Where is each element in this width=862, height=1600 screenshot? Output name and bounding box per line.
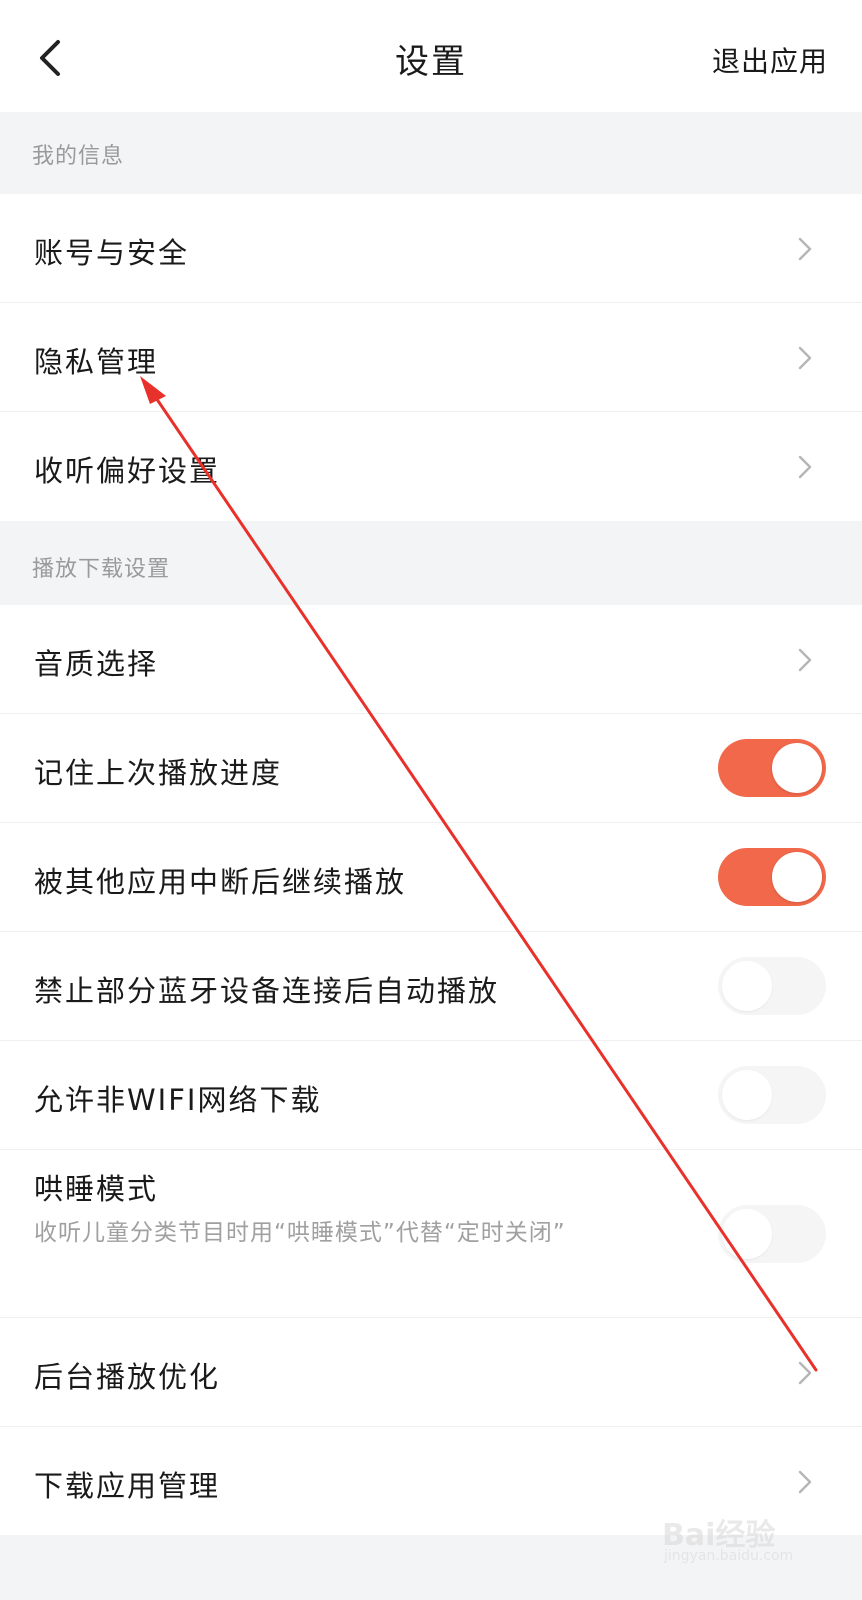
chevron-right-icon xyxy=(798,1361,812,1385)
toggle-knob xyxy=(722,961,772,1011)
chevron-right-icon xyxy=(798,648,812,672)
row-sleep-mode: 哄睡模式 收听儿童分类节目时用“哄睡模式”代替“定时关闭” xyxy=(0,1150,862,1318)
row-label: 哄睡模式 xyxy=(34,1172,159,1206)
section-header-playback-download: 播放下载设置 xyxy=(0,521,862,605)
toggle-remember-progress[interactable] xyxy=(718,739,826,797)
section-header-my-info: 我的信息 xyxy=(0,112,862,194)
row-label: 收听偏好设置 xyxy=(34,454,221,488)
row-resume-after-interrupt: 被其他应用中断后继续播放 xyxy=(0,823,862,932)
row-label: 后台播放优化 xyxy=(34,1360,221,1394)
row-background-playback[interactable]: 后台播放优化 xyxy=(0,1318,862,1427)
row-label: 下载应用管理 xyxy=(34,1469,221,1503)
chevron-right-icon xyxy=(798,237,812,261)
row-account-security[interactable]: 账号与安全 xyxy=(0,194,862,303)
chevron-right-icon xyxy=(798,455,812,479)
toggle-non-wifi-download[interactable] xyxy=(718,1066,826,1124)
row-non-wifi-download: 允许非WIFI网络下载 xyxy=(0,1041,862,1150)
row-label: 禁止部分蓝牙设备连接后自动播放 xyxy=(34,974,500,1008)
toggle-resume-after-interrupt[interactable] xyxy=(718,848,826,906)
row-label: 记住上次播放进度 xyxy=(34,756,283,790)
row-label: 被其他应用中断后继续播放 xyxy=(34,865,407,899)
row-description: 收听儿童分类节目时用“哄睡模式”代替“定时关闭” xyxy=(34,1220,566,1246)
toggle-knob xyxy=(722,1070,772,1120)
watermark-url: jingyan.baidu.com xyxy=(664,1548,794,1564)
row-listening-preferences[interactable]: 收听偏好设置 xyxy=(0,412,862,521)
toggle-sleep-mode[interactable] xyxy=(718,1205,826,1263)
row-privacy-management[interactable]: 隐私管理 xyxy=(0,303,862,412)
exit-app-button[interactable]: 退出应用 xyxy=(712,40,828,80)
row-label: 音质选择 xyxy=(34,647,159,681)
nav-header: 设置 退出应用 xyxy=(0,0,862,113)
baidu-jingyan-watermark: Bai经验 jingyan.baidu.com xyxy=(662,1510,822,1570)
toggle-knob xyxy=(772,743,822,793)
section-title: 我的信息 xyxy=(32,144,125,169)
settings-screen: 设置 退出应用 我的信息 账号与安全 隐私管理 收听偏好设置 播放下载设置 音质… xyxy=(0,0,862,1600)
row-label: 隐私管理 xyxy=(34,345,159,379)
row-audio-quality[interactable]: 音质选择 xyxy=(0,605,862,714)
chevron-right-icon xyxy=(798,346,812,370)
row-remember-progress: 记住上次播放进度 xyxy=(0,714,862,823)
toggle-knob xyxy=(772,852,822,902)
toggle-knob xyxy=(722,1209,772,1259)
row-label: 账号与安全 xyxy=(34,236,190,270)
toggle-bluetooth-autoplay[interactable] xyxy=(718,957,826,1015)
chevron-right-icon xyxy=(798,1470,812,1494)
row-label: 允许非WIFI网络下载 xyxy=(34,1083,322,1117)
row-bluetooth-autoplay: 禁止部分蓝牙设备连接后自动播放 xyxy=(0,932,862,1041)
section-title: 播放下载设置 xyxy=(32,557,171,582)
